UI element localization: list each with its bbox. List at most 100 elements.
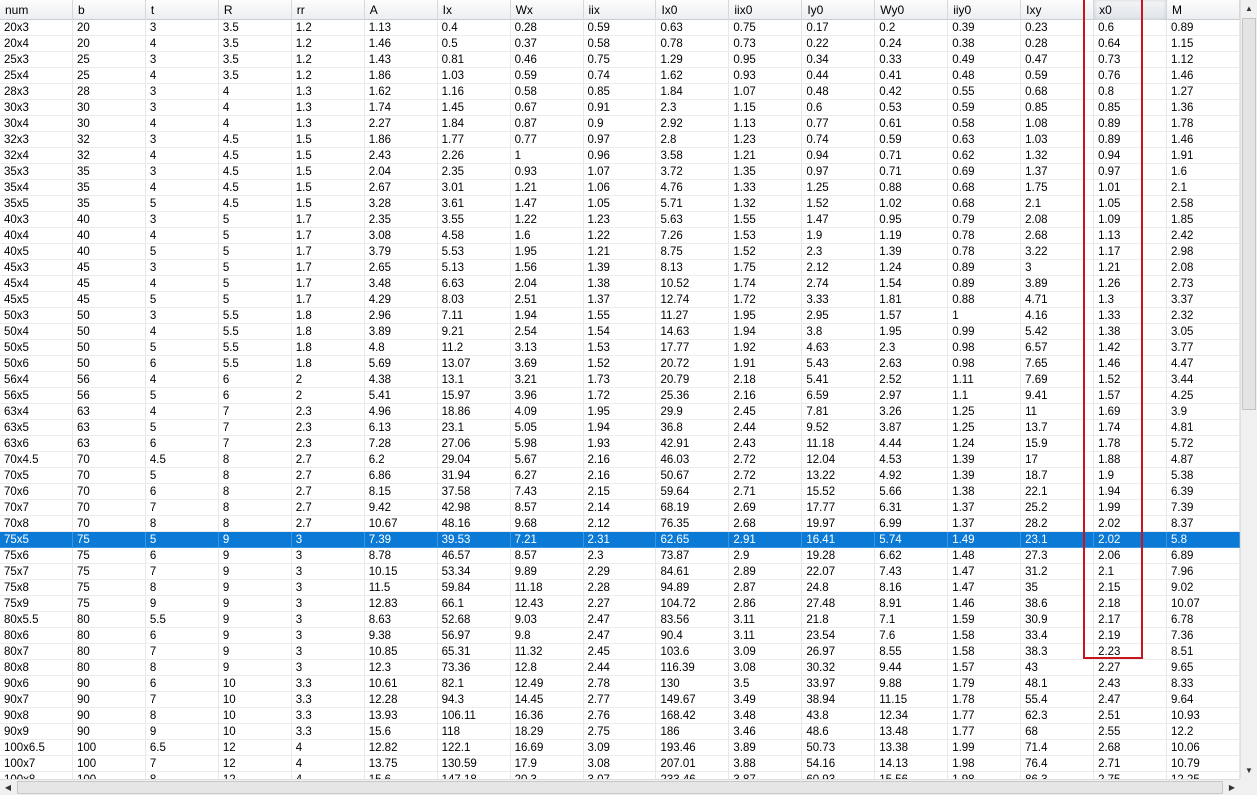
- cell-rr[interactable]: 1.8: [291, 340, 365, 356]
- cell-ixy[interactable]: 28.2: [1021, 516, 1095, 532]
- cell-ixy[interactable]: 6.57: [1021, 340, 1095, 356]
- cell-wx[interactable]: 12.43: [510, 596, 584, 612]
- table-row[interactable]: 90x7 90 7 10 3.3 12.28 94.3 14.45 2.77 149.67 3.49…: [0, 692, 1240, 708]
- cell-iix[interactable]: 2.76: [583, 708, 657, 724]
- column-header-r[interactable]: R: [219, 0, 292, 20]
- cell-ix0[interactable]: 116.39: [656, 660, 730, 676]
- column-header-ix0[interactable]: Ix0: [656, 0, 730, 20]
- cell-iix0[interactable]: 2.69: [729, 500, 803, 516]
- cell-m[interactable]: 8.33: [1167, 676, 1240, 692]
- cell-x0[interactable]: 2.51: [1094, 708, 1167, 724]
- column-header-iy0[interactable]: Iy0: [802, 0, 876, 20]
- cell-wy0[interactable]: 1.39: [875, 244, 949, 260]
- cell-x0[interactable]: 1.88: [1094, 452, 1167, 468]
- cell-iix[interactable]: 1.23: [583, 212, 657, 228]
- cell-num[interactable]: 75x5: [0, 532, 73, 548]
- cell-num[interactable]: 20x4: [0, 36, 73, 52]
- cell-iix[interactable]: 1.07: [583, 164, 657, 180]
- cell-r[interactable]: 5.5: [218, 356, 292, 372]
- cell-rr[interactable]: 1.5: [291, 180, 365, 196]
- cell-x0[interactable]: 1.13: [1094, 228, 1167, 244]
- cell-ixy[interactable]: 9.41: [1021, 388, 1095, 404]
- cell-ix0[interactable]: 20.79: [656, 372, 730, 388]
- cell-iix[interactable]: 2.47: [583, 612, 657, 628]
- cell-iy0[interactable]: 5.41: [802, 372, 876, 388]
- cell-ixy[interactable]: 1.03: [1021, 132, 1095, 148]
- cell-num[interactable]: 90x7: [0, 692, 73, 708]
- column-header-ixy[interactable]: Ixy: [1021, 0, 1095, 20]
- cell-x0[interactable]: 2.15: [1094, 580, 1167, 596]
- cell-rr[interactable]: 3: [291, 580, 365, 596]
- cell-wy0[interactable]: 13.48: [875, 724, 949, 740]
- cell-ix0[interactable]: 10.52: [656, 276, 730, 292]
- table-row[interactable]: 32x4 32 4 4.5 1.5 2.43 2.26 1 0.96 3.58 1.21 0.94 0.…: [0, 148, 1240, 164]
- cell-num[interactable]: 75x9: [0, 596, 73, 612]
- cell-iix[interactable]: 1.73: [583, 372, 657, 388]
- cell-iiy0[interactable]: 1.98: [948, 756, 1022, 772]
- cell-m[interactable]: 2.08: [1167, 260, 1240, 276]
- cell-iiy0[interactable]: 1.46: [948, 596, 1022, 612]
- cell-ixy[interactable]: 31.2: [1021, 564, 1095, 580]
- cell-ix[interactable]: 53.34: [437, 564, 511, 580]
- cell-m[interactable]: 12.25: [1167, 772, 1240, 779]
- cell-wy0[interactable]: 5.74: [875, 532, 949, 548]
- table-row[interactable]: 56x5 56 5 6 2 5.41 15.97 3.96 1.72 25.36 2.16 6.59 2…: [0, 388, 1240, 404]
- cell-iiy0[interactable]: 0.55: [948, 84, 1022, 100]
- cell-a[interactable]: 10.67: [364, 516, 438, 532]
- cell-r[interactable]: 10: [218, 676, 292, 692]
- cell-num[interactable]: 50x6: [0, 356, 73, 372]
- cell-ix[interactable]: 46.57: [437, 548, 511, 564]
- cell-rr[interactable]: 1.5: [291, 196, 365, 212]
- cell-ix[interactable]: 37.58: [437, 484, 511, 500]
- cell-wy0[interactable]: 0.24: [875, 36, 949, 52]
- table-row[interactable]: 28x3 28 3 4 1.3 1.62 1.16 0.58 0.85 1.84 1.07 0.48 0…: [0, 84, 1240, 100]
- table-row[interactable]: 40x4 40 4 5 1.7 3.08 4.58 1.6 1.22 7.26 1.53 1.9 1.1…: [0, 228, 1240, 244]
- cell-ixy[interactable]: 0.28: [1021, 36, 1095, 52]
- cell-wx[interactable]: 5.05: [510, 420, 584, 436]
- cell-t[interactable]: 3: [145, 260, 219, 276]
- cell-ixy[interactable]: 3.89: [1021, 276, 1095, 292]
- cell-iiy0[interactable]: 0.68: [948, 196, 1022, 212]
- table-row[interactable]: 30x3 30 3 4 1.3 1.74 1.45 0.67 0.91 2.3 1.15 0.6 0.5…: [0, 100, 1240, 116]
- cell-wx[interactable]: 0.58: [510, 84, 584, 100]
- cell-iy0[interactable]: 27.48: [802, 596, 876, 612]
- cell-num[interactable]: 75x7: [0, 564, 73, 580]
- cell-iiy0[interactable]: 0.59: [948, 100, 1022, 116]
- cell-rr[interactable]: 1.3: [291, 100, 365, 116]
- cell-a[interactable]: 7.28: [364, 436, 438, 452]
- cell-ix0[interactable]: 4.76: [656, 180, 730, 196]
- cell-rr[interactable]: 1.2: [291, 68, 365, 84]
- cell-t[interactable]: 7: [145, 756, 219, 772]
- cell-ix0[interactable]: 42.91: [656, 436, 730, 452]
- cell-x0[interactable]: 1.57: [1094, 388, 1167, 404]
- cell-rr[interactable]: 1.7: [291, 260, 365, 276]
- cell-iix0[interactable]: 2.45: [729, 404, 803, 420]
- cell-ix0[interactable]: 1.62: [656, 68, 730, 84]
- cell-a[interactable]: 12.3: [364, 660, 438, 676]
- cell-wy0[interactable]: 1.54: [875, 276, 949, 292]
- cell-rr[interactable]: 3.3: [291, 676, 365, 692]
- table-row[interactable]: 70x8 70 8 8 2.7 10.67 48.16 9.68 2.12 76.35 2.68 19…: [0, 516, 1240, 532]
- cell-ix0[interactable]: 94.89: [656, 580, 730, 596]
- cell-iix0[interactable]: 1.55: [729, 212, 803, 228]
- cell-ixy[interactable]: 68: [1021, 724, 1095, 740]
- cell-ix[interactable]: 5.53: [437, 244, 511, 260]
- cell-iy0[interactable]: 1.47: [802, 212, 876, 228]
- cell-iix0[interactable]: 3.49: [729, 692, 803, 708]
- table-row[interactable]: 45x5 45 5 5 1.7 4.29 8.03 2.51 1.37 12.74 1.72 3.33…: [0, 292, 1240, 308]
- cell-iix[interactable]: 2.31: [583, 532, 657, 548]
- cell-wx[interactable]: 5.67: [510, 452, 584, 468]
- table-row[interactable]: 35x5 35 5 4.5 1.5 3.28 3.61 1.47 1.05 5.71 1.32 1.5…: [0, 196, 1240, 212]
- cell-b[interactable]: 45: [72, 292, 146, 308]
- cell-ix0[interactable]: 207.01: [656, 756, 730, 772]
- cell-iy0[interactable]: 0.48: [802, 84, 876, 100]
- cell-num[interactable]: 40x4: [0, 228, 73, 244]
- cell-r[interactable]: 6: [218, 372, 292, 388]
- cell-ixy[interactable]: 43: [1021, 660, 1095, 676]
- cell-wy0[interactable]: 4.53: [875, 452, 949, 468]
- cell-rr[interactable]: 1.7: [291, 212, 365, 228]
- cell-t[interactable]: 4.5: [145, 452, 219, 468]
- cell-num[interactable]: 45x4: [0, 276, 73, 292]
- cell-num[interactable]: 90x8: [0, 708, 73, 724]
- cell-t[interactable]: 7: [145, 644, 219, 660]
